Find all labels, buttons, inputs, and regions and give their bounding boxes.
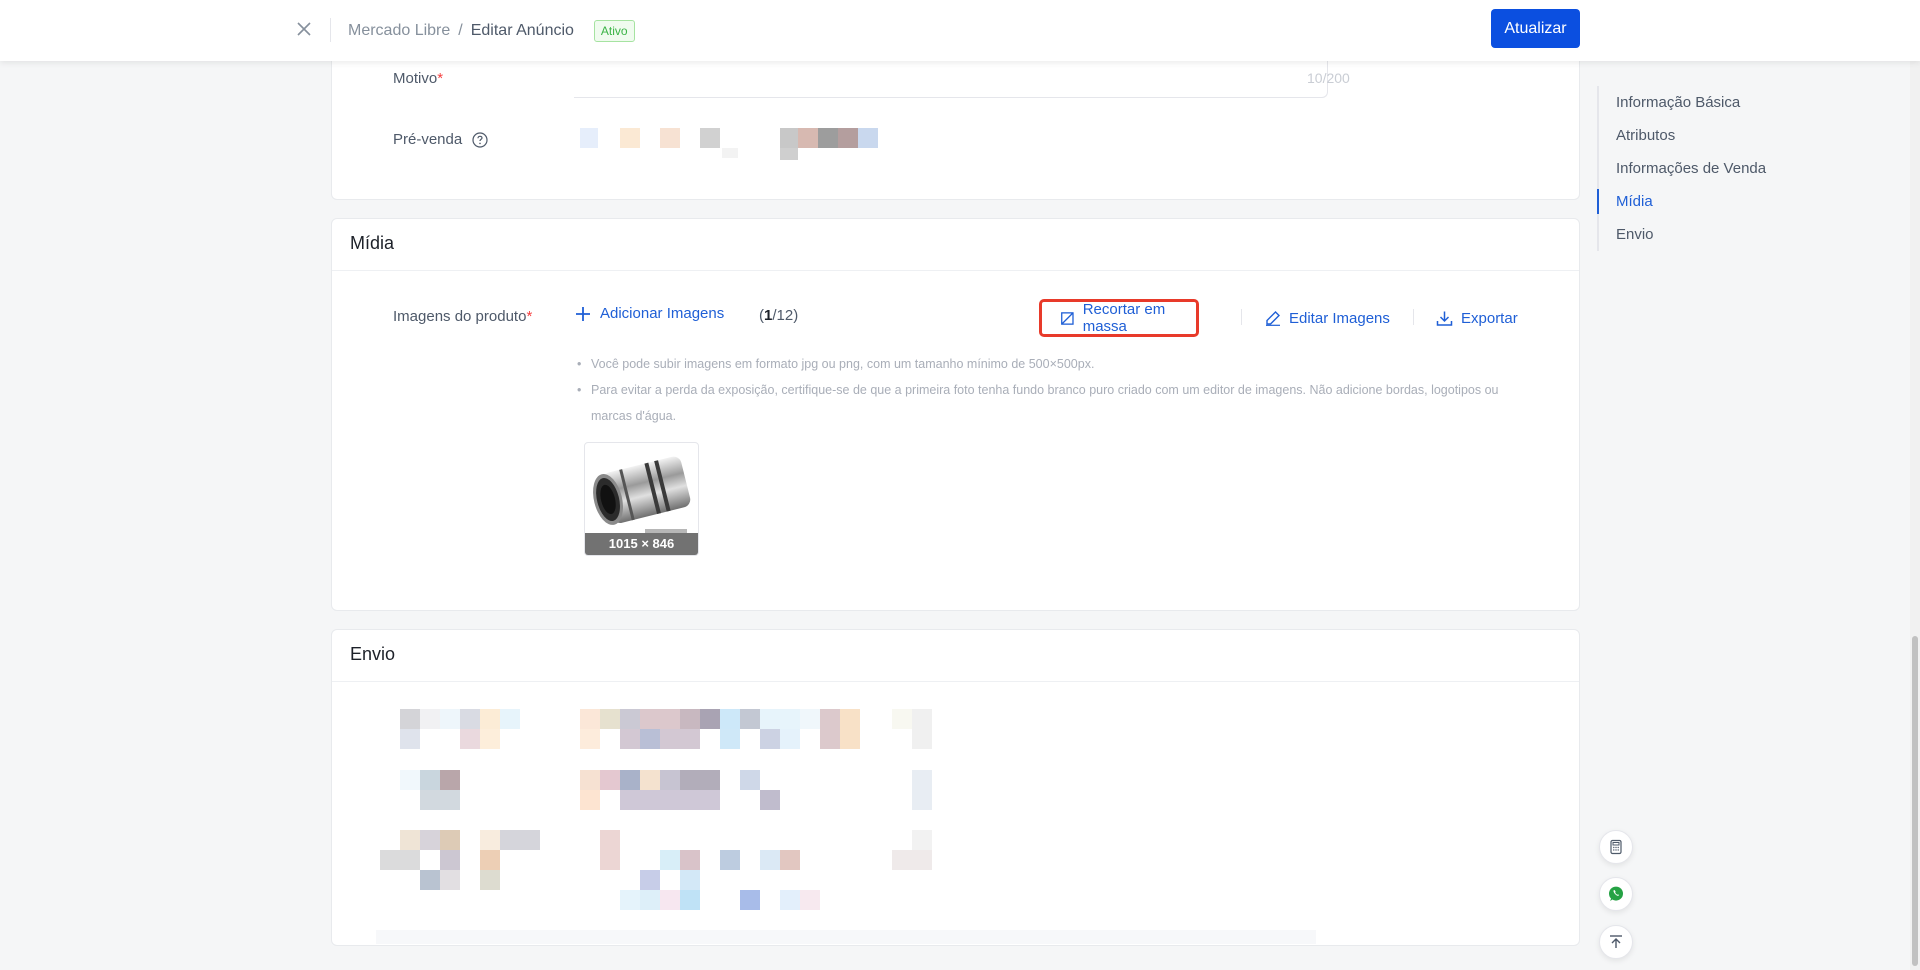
section-nav: Informação Básica Atributos Informações … [1597, 86, 1817, 251]
basic-info-card: 10/200 Motivo* Pré-venda [331, 40, 1580, 200]
product-image-thumbnail[interactable]: 1015 × 846 [584, 442, 699, 556]
motivo-label-text: Motivo [393, 70, 438, 87]
update-button[interactable]: Atualizar [1491, 9, 1580, 48]
edit-pen-icon [1266, 311, 1280, 326]
close-icon [297, 22, 311, 36]
image-count-total: /12) [772, 307, 799, 324]
images-label: Imagens do produto* [393, 308, 532, 325]
scrollbar-thumb[interactable] [1912, 636, 1918, 966]
page-title: Editar Anúncio [470, 22, 574, 39]
bulk-crop-button[interactable]: Recortar em massa [1039, 299, 1199, 337]
motivo-label: Motivo* [393, 70, 443, 87]
tip-item: Você pode subir imagens em formato jpg o… [577, 351, 1507, 377]
edit-images-label: Editar Imagens [1289, 309, 1390, 327]
download-icon [1436, 311, 1453, 326]
action-divider [1241, 309, 1242, 325]
nav-item-sales-info[interactable]: Informações de Venda [1599, 152, 1817, 185]
top-divider [330, 18, 331, 42]
status-badge: Ativo [593, 20, 635, 42]
shipping-title: Envio [332, 630, 1579, 682]
bulk-crop-label: Recortar em massa [1082, 301, 1166, 335]
edit-images-button[interactable]: Editar Imagens [1265, 299, 1390, 337]
plus-icon [576, 306, 590, 321]
breadcrumb-separator: / [458, 22, 463, 39]
nav-item-attributes[interactable]: Atributos [1599, 119, 1817, 152]
export-label: Exportar [1461, 309, 1518, 327]
required-mark: * [437, 70, 444, 87]
upload-tips: Você pode subir imagens em formato jpg o… [577, 351, 1507, 429]
close-button[interactable] [291, 16, 317, 42]
char-counter: 10/200 [1307, 70, 1350, 86]
shipping-footer-strip [376, 930, 1316, 944]
presale-label-text: Pré-venda [393, 131, 463, 148]
add-images-button[interactable]: Adicionar Imagens [576, 305, 724, 322]
presale-label: Pré-venda [393, 131, 488, 148]
calculator-button[interactable] [1599, 830, 1633, 864]
action-divider [1413, 309, 1414, 325]
media-title: Mídia [332, 219, 1579, 271]
nav-item-media[interactable]: Mídia [1597, 185, 1817, 218]
product-image [593, 456, 691, 533]
image-count: (1/12) [759, 307, 798, 324]
crop-icon [1061, 311, 1074, 325]
nav-item-shipping[interactable]: Envio [1599, 218, 1817, 251]
nav-item-basic-info[interactable]: Informação Básica [1599, 86, 1817, 119]
breadcrumb: Mercado Libre / Editar Anúncio Ativo [348, 20, 635, 42]
tip-item: Para evitar a perda da exposição, certif… [577, 377, 1507, 429]
back-to-top-button[interactable] [1599, 925, 1633, 959]
images-label-text: Imagens do produto [393, 308, 527, 325]
top-bar: Mercado Libre / Editar Anúncio Ativo Atu… [0, 0, 1920, 61]
shipping-card: Envio [331, 629, 1580, 946]
calculator-icon [1610, 839, 1622, 855]
whatsapp-icon [1609, 886, 1623, 901]
required-mark: * [526, 308, 533, 325]
add-images-label: Adicionar Imagens [600, 305, 725, 322]
back-to-top-icon [1610, 935, 1622, 948]
image-dimensions: 1015 × 846 [585, 533, 698, 555]
breadcrumb-parent-link[interactable]: Mercado Libre [348, 22, 450, 40]
whatsapp-button[interactable] [1599, 877, 1633, 911]
export-button[interactable]: Exportar [1436, 299, 1518, 337]
media-card: Mídia Imagens do produto* Adicionar Imag… [331, 218, 1580, 611]
help-circle-icon[interactable] [472, 132, 488, 148]
